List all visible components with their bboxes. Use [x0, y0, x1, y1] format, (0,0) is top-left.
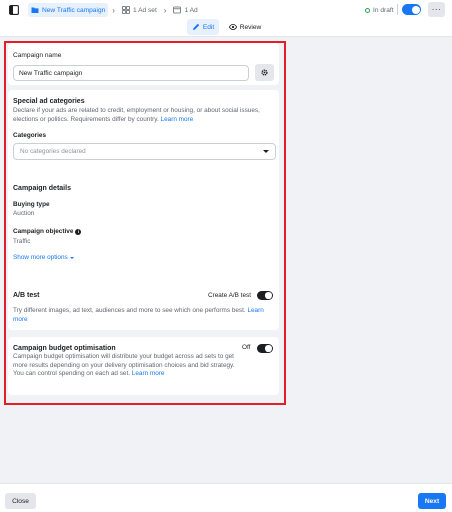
next-button[interactable]: Next [418, 493, 446, 509]
campaign-objective-value: Traffic [13, 238, 31, 245]
buying-type-value: Auction [13, 210, 35, 217]
ab-test-card: A/B test Create A/B test Try different i… [8, 283, 279, 330]
mode-bar: Edit Review [0, 19, 452, 37]
breadcrumb-ad-set[interactable]: 1 Ad set [119, 3, 160, 17]
footer: Close Next [0, 483, 452, 512]
campaign-name-input[interactable]: New Traffic campaign [13, 65, 249, 81]
settings-button[interactable] [255, 64, 274, 81]
special-ad-description: Declare if your ads are related to credi… [13, 107, 260, 123]
review-mode-label: Review [239, 23, 262, 31]
show-more-options-link[interactable]: Show more options [13, 254, 74, 261]
budget-optimisation-toggle[interactable] [257, 344, 273, 353]
edit-mode-label: Edit [202, 23, 215, 31]
folder-icon [31, 7, 39, 13]
breadcrumb-ad[interactable]: 1 Ad [170, 3, 200, 17]
edit-mode-button[interactable]: Edit [187, 19, 219, 35]
budget-optimisation-title: Campaign budget optimisation [13, 345, 116, 352]
budget-optimisation-card: Campaign budget optimisation Off Campaig… [8, 337, 279, 395]
ad-icon [173, 6, 182, 14]
budget-optimisation-status: Off [242, 344, 251, 351]
status-dot-icon [365, 7, 370, 13]
ab-test-title: A/B test [13, 292, 40, 299]
breadcrumb-campaign[interactable]: New Traffic campaign [28, 3, 109, 17]
campaign-objective-label: Campaign objective i [13, 228, 82, 235]
budget-optimisation-description: Campaign budget optimisation will distri… [13, 353, 235, 377]
campaign-name-label: Campaign name [13, 52, 62, 59]
campaign-toggle[interactable] [402, 4, 421, 15]
categories-select[interactable]: No categories declared [13, 143, 276, 160]
categories-label: Categories [13, 132, 47, 139]
status-badge: In draft [365, 3, 394, 17]
chevron-right-icon: › [112, 5, 115, 15]
breadcrumb-campaign-label: New Traffic campaign [42, 6, 106, 14]
special-ad-title: Special ad categories [13, 98, 85, 105]
chevron-right-icon: › [163, 5, 167, 15]
more-options-button[interactable]: ··· [428, 2, 445, 17]
breadcrumb: New Traffic campaign › 1 Ad set › 1 Ad [28, 3, 201, 17]
special-ad-learn-more-link[interactable]: Learn more [161, 116, 194, 123]
divider [397, 4, 398, 15]
pencil-icon [192, 23, 200, 30]
caret-down-icon [69, 256, 74, 259]
create-ab-test-label: Create A/B test [208, 292, 251, 299]
ab-test-toggle[interactable] [257, 291, 273, 300]
grid-icon [122, 6, 130, 14]
more-icon: ··· [431, 5, 442, 14]
ab-test-description: Try different images, ad text, audiences… [13, 307, 264, 323]
top-bar: New Traffic campaign › 1 Ad set › 1 Ad I… [0, 0, 452, 19]
gear-icon [261, 69, 268, 76]
breadcrumb-ad-set-label: 1 Ad set [132, 6, 157, 14]
campaign-name-card: Campaign name New Traffic campaign [8, 43, 279, 85]
panel-toggle-icon[interactable] [7, 3, 21, 17]
close-button[interactable]: Close [5, 493, 36, 509]
campaign-form: Campaign name New Traffic campaign Speci… [0, 38, 290, 483]
categories-placeholder: No categories declared [20, 148, 86, 155]
breadcrumb-ad-label: 1 Ad [184, 6, 198, 14]
status-label: In draft [373, 6, 394, 14]
caret-down-icon [263, 150, 269, 153]
campaign-details-title: Campaign details [13, 185, 71, 192]
eye-icon [228, 23, 237, 31]
review-mode-button[interactable]: Review [227, 19, 263, 35]
buying-type-label: Buying type [13, 201, 50, 208]
budget-learn-more-link[interactable]: Learn more [132, 370, 165, 377]
info-icon[interactable]: i [75, 228, 82, 235]
